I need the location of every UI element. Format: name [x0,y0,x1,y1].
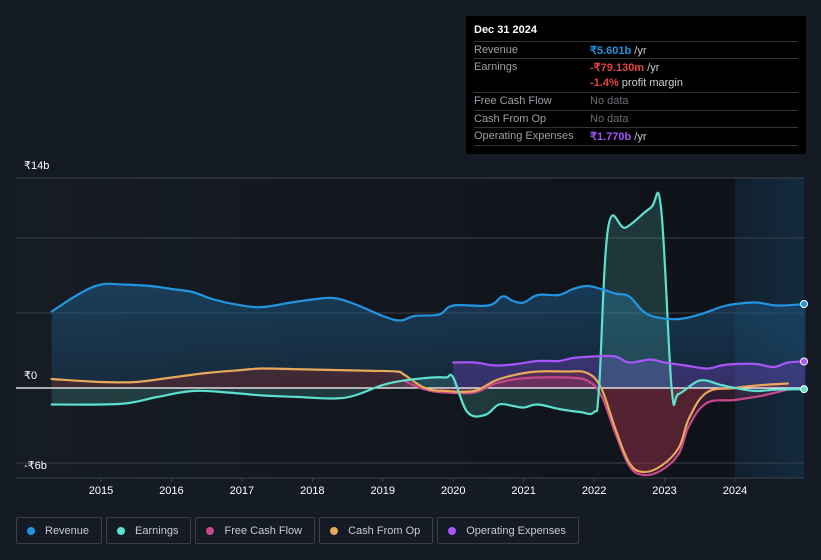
legend-label: Revenue [45,524,90,537]
operating-expenses-endpoint [800,357,808,366]
profit-margin-value: -1.4% [590,77,619,89]
x-tick-label: 2015 [88,485,114,497]
cfo-value: No data [590,113,629,125]
x-tick-label: 2023 [652,485,677,497]
earnings-value: -₹79.130m [590,62,645,74]
unit: /yr [644,62,660,74]
y-tick-label: ₹14b [24,160,50,172]
fcf-value: No data [590,95,629,107]
legend-dot-icon [27,526,35,535]
legend-dot-icon [448,526,457,535]
legend-label: Earnings [135,524,179,537]
revenue-endpoint [800,299,808,308]
unit: profit margin [618,77,683,89]
legend-label: Operating Expenses [466,524,566,537]
tooltip-row-cfo: Cash From Op No data [474,110,798,128]
revenue-value: ₹5.601b [590,45,632,57]
y-tick-label: ₹0 [24,370,38,382]
tooltip-row-margin: -1.4% profit margin [474,75,798,92]
legend-label: Free Cash Flow [224,524,303,537]
y-tick-label: -₹6b [24,460,47,472]
tooltip-label: Revenue [474,44,519,56]
legend-item-free-cash-flow[interactable]: Free Cash Flow [195,517,316,544]
unit: /yr [631,45,647,57]
tooltip-label: Earnings [474,61,518,73]
tooltip-row-opex: Operating Expenses ₹1.770b /yr [474,127,798,146]
x-tick-label: 2016 [159,485,184,497]
tooltip-label: Cash From Op [474,113,547,125]
legend-label: Cash From Op [348,524,421,537]
x-tick-label: 2022 [581,485,607,497]
tooltip-row-earnings: Earnings -₹79.130m /yr [474,58,798,76]
legend-dot-icon [206,526,215,535]
legend-dot-icon [330,526,339,535]
tooltip-panel: Dec 31 2024 Revenue ₹5.601b /yr Earnings… [466,16,806,154]
tooltip-label: Operating Expenses [474,130,574,142]
opex-value: ₹1.770b [590,131,632,143]
x-tick-label: 2024 [722,485,748,497]
legend-item-earnings[interactable]: Earnings [106,517,192,544]
x-tick-label: 2018 [300,485,325,497]
legend-dot-icon [117,526,126,535]
x-tick-label: 2019 [370,485,395,497]
earnings-endpoint [800,385,808,394]
legend: Revenue Earnings Free Cash Flow Cash Fro… [16,517,579,544]
x-tick-label: 2021 [511,485,536,497]
tooltip-row-revenue: Revenue ₹5.601b /yr [474,41,798,59]
legend-item-cash-from-op[interactable]: Cash From Op [319,517,434,544]
legend-item-operating-expenses[interactable]: Operating Expenses [437,517,579,544]
tooltip-label: Free Cash Flow [474,95,552,107]
tooltip-row-fcf: Free Cash Flow No data [474,92,798,110]
unit: /yr [631,131,647,143]
x-tick-label: 2020 [440,485,466,497]
x-tick-label: 2017 [229,485,255,497]
legend-item-revenue[interactable]: Revenue [16,517,103,544]
tooltip-date: Dec 31 2024 [474,24,537,36]
